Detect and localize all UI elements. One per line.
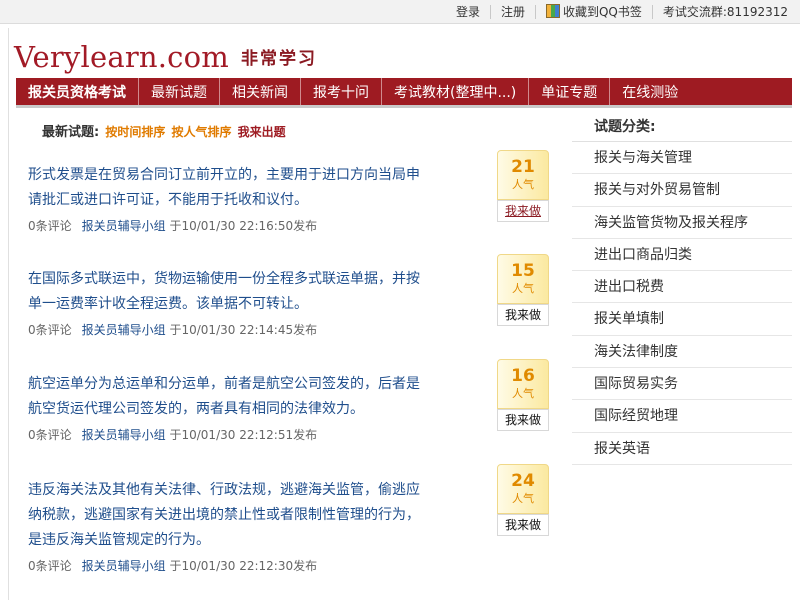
answer-button[interactable]: 我来做 [497, 514, 549, 536]
popularity-label: 人气 [512, 282, 534, 295]
answer-button[interactable]: 我来做 [497, 304, 549, 326]
question-text[interactable]: 航空运单分为总运单和分运单，前者是航空公司签发的，后者是航空货运代理公司签发的，… [28, 372, 428, 422]
question-meta: 0条评论 报关员辅导小组 于10/01/30 22:14:45发布 [28, 321, 428, 338]
bookmark-label: 收藏到QQ书签 [562, 5, 642, 19]
question-meta: 0条评论 报关员辅导小组 于10/01/30 22:16:50发布 [28, 217, 428, 234]
exam-group-text: 考试交流群:81192312 [662, 5, 788, 19]
popularity-box: 16 人气 [497, 359, 549, 409]
sort-by-popularity-link[interactable]: 按人气排序 [172, 125, 232, 139]
category-trade-control[interactable]: 报关与对外贸易管制 [572, 174, 792, 207]
question-meta: 0条评论 报关员辅导小组 于10/01/30 22:12:51发布 [28, 426, 428, 443]
question-text[interactable]: 违反海关法及其他有关法律、行政法规，逃避海关监管，偷逃应纳税款，逃避国家有关进出… [28, 478, 428, 553]
nav-tab-documents[interactable]: 单证专题 [529, 78, 611, 105]
popularity-count: 15 [511, 261, 535, 281]
answer-button[interactable]: 我来做 [497, 200, 549, 222]
comment-count[interactable]: 0条评论 [28, 219, 72, 233]
category-customs-management[interactable]: 报关与海关管理 [572, 142, 792, 175]
nav-tab-exam[interactable]: 报关员资格考试 [16, 78, 139, 105]
main-nav: 报关员资格考试 最新试题 相关新闻 报考十问 考试教材(整理中...) 单证专题… [16, 78, 792, 108]
author-link[interactable]: 报关员辅导小组 [82, 559, 166, 573]
question-meta: 0条评论 报关员辅导小组 于10/01/30 22:12:30发布 [28, 557, 428, 574]
popularity-box: 24 人气 [497, 464, 549, 514]
logo-en: Verylearn.com [14, 40, 229, 74]
answer-button[interactable]: 我来做 [497, 409, 549, 431]
register-link[interactable]: 注册 [491, 4, 535, 20]
sort-label: 最新试题: [42, 125, 100, 140]
login-link[interactable]: 登录 [446, 4, 490, 20]
popularity-label: 人气 [512, 178, 534, 191]
popularity-badge: 24 人气 我来做 [497, 464, 549, 536]
top-links: 登录 注册 收藏到QQ书签 考试交流群:81192312 [446, 0, 798, 24]
popularity-badge: 21 人气 我来做 [497, 150, 549, 222]
popularity-count: 24 [511, 471, 535, 491]
top-bar: 登录 注册 收藏到QQ书签 考试交流群:81192312 [0, 0, 800, 24]
comment-count[interactable]: 0条评论 [28, 559, 72, 573]
question-item: 违反海关法及其他有关法律、行政法规，逃避海关监管，偷逃应纳税款，逃避国家有关进出… [28, 478, 428, 574]
category-taxes[interactable]: 进出口税费 [572, 271, 792, 304]
category-classification[interactable]: 进出口商品归类 [572, 239, 792, 272]
author-link[interactable]: 报关员辅导小组 [82, 428, 166, 442]
site-logo[interactable]: Verylearn.com 非常学习 [14, 40, 317, 76]
popularity-label: 人气 [512, 387, 534, 400]
popularity-box: 21 人气 [497, 150, 549, 200]
category-trade-practice[interactable]: 国际贸易实务 [572, 368, 792, 401]
question-item: 形式发票是在贸易合同订立前开立的，主要用于进口方向当局申请批汇或进口许可证，不能… [28, 163, 428, 234]
nav-tab-faq[interactable]: 报考十问 [301, 78, 382, 105]
popularity-count: 21 [511, 157, 535, 177]
category-sidebar: 试题分类: 报关与海关管理 报关与对外贸易管制 海关监管货物及报关程序 进出口商… [572, 112, 792, 465]
popularity-box: 15 人气 [497, 254, 549, 304]
popularity-label: 人气 [512, 492, 534, 505]
question-text[interactable]: 形式发票是在贸易合同订立前开立的，主要用于进口方向当局申请批汇或进口许可证，不能… [28, 163, 428, 213]
popularity-count: 16 [511, 366, 535, 386]
create-question-link[interactable]: 我来出题 [238, 125, 286, 139]
question-item: 在国际多式联运中，货物运输使用一份全程多式联运单据，并按单一运费率计收全程运费。… [28, 267, 428, 338]
nav-tab-latest[interactable]: 最新试题 [139, 78, 220, 105]
author-link[interactable]: 报关员辅导小组 [82, 219, 166, 233]
comment-count[interactable]: 0条评论 [28, 428, 72, 442]
question-text[interactable]: 在国际多式联运中，货物运输使用一份全程多式联运单据，并按单一运费率计收全程运费。… [28, 267, 428, 317]
comment-count[interactable]: 0条评论 [28, 323, 72, 337]
sort-by-time-link[interactable]: 按时间排序 [105, 125, 165, 139]
sidebar-title: 试题分类: [572, 112, 792, 142]
popularity-badge: 15 人气 我来做 [497, 254, 549, 326]
author-link[interactable]: 报关员辅导小组 [82, 323, 166, 337]
category-customs-english[interactable]: 报关英语 [572, 433, 792, 465]
popularity-badge: 16 人气 我来做 [497, 359, 549, 431]
publish-time: 于10/01/30 22:12:30发布 [169, 559, 318, 573]
category-supervised-goods[interactable]: 海关监管货物及报关程序 [572, 207, 792, 239]
publish-time: 于10/01/30 22:16:50发布 [169, 219, 318, 233]
bookmark-link[interactable]: 收藏到QQ书签 [536, 4, 652, 20]
bookmark-icon [545, 4, 560, 18]
sort-bar: 最新试题: 按时间排序 按人气排序 我来出题 [42, 121, 286, 140]
nav-tab-news[interactable]: 相关新闻 [220, 78, 301, 105]
publish-time: 于10/01/30 22:12:51发布 [169, 428, 318, 442]
question-item: 航空运单分为总运单和分运单，前者是航空公司签发的，后者是航空货运代理公司签发的，… [28, 372, 428, 443]
category-trade-geography[interactable]: 国际经贸地理 [572, 400, 792, 433]
category-declaration-form[interactable]: 报关单填制 [572, 303, 792, 336]
nav-tab-materials[interactable]: 考试教材(整理中...) [382, 78, 530, 105]
logo-cn: 非常学习 [240, 49, 317, 69]
publish-time: 于10/01/30 22:14:45发布 [169, 323, 318, 337]
nav-tab-online-test[interactable]: 在线测验 [610, 78, 690, 105]
category-customs-law[interactable]: 海关法律制度 [572, 336, 792, 369]
